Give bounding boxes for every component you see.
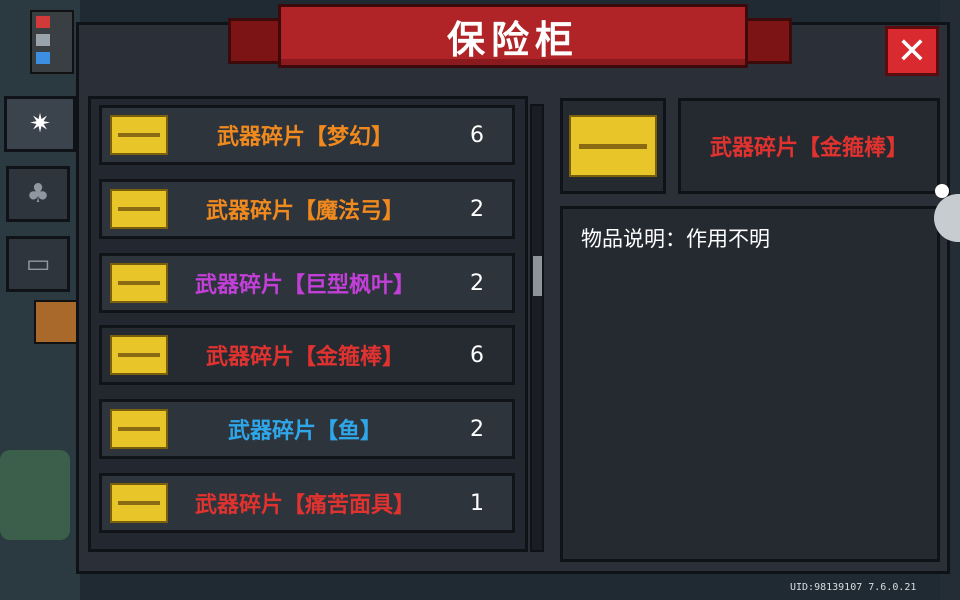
weapon-fragment-icon [569, 115, 657, 177]
plant-icon: ♣ [26, 179, 50, 209]
list-scrollbar[interactable] [530, 104, 544, 552]
weapon-fragment-icon [110, 483, 168, 523]
item-name: 武器碎片【痛苦面具】 [194, 493, 415, 518]
tab-sparkle[interactable]: ✷ [4, 96, 76, 152]
list-item[interactable]: 武器碎片【痛苦面具】 1 [99, 473, 515, 533]
scroll-thumb[interactable] [533, 256, 542, 296]
weapon-fragment-icon [110, 263, 168, 303]
uid-version-label: UID:98139107 7.6.0.21 [790, 582, 917, 593]
list-item-selected[interactable]: 武器碎片【金箍棒】 6 [99, 325, 515, 385]
list-item[interactable]: 武器碎片【巨型枫叶】 2 [99, 253, 515, 313]
energy-icon [36, 52, 50, 64]
item-name: 武器碎片【巨型枫叶】 [194, 273, 415, 298]
item-name: 武器碎片【鱼】 [227, 419, 382, 444]
item-count: 2 [470, 270, 484, 296]
list-item[interactable]: 武器碎片【魔法弓】 2 [99, 179, 515, 239]
item-count: 2 [470, 416, 484, 442]
selected-item-name: 武器碎片【金箍棒】 [709, 136, 908, 161]
page-title: 保险柜 [446, 17, 579, 62]
tab-plant[interactable]: ♣ [6, 166, 70, 222]
shield-icon [36, 34, 50, 46]
list-item[interactable]: 武器碎片【梦幻】 6 [99, 105, 515, 165]
sparkle-icon: ✷ [29, 109, 51, 139]
title-banner: 保险柜 [278, 4, 748, 68]
item-description-box: 物品说明：作用不明 [560, 206, 940, 562]
item-list[interactable]: 武器碎片【梦幻】 6 武器碎片【魔法弓】 2 武器碎片【巨型枫叶】 2 武器碎片… [88, 96, 528, 552]
item-description: 物品说明：作用不明 [581, 227, 770, 251]
ticket-icon: ▭ [25, 249, 51, 279]
weapon-fragment-icon [110, 409, 168, 449]
weapon-fragment-icon [110, 335, 168, 375]
selected-item-name-box: 武器碎片【金箍棒】 [678, 98, 940, 194]
selected-item-icon-box [560, 98, 666, 194]
close-button[interactable]: ✕ [885, 26, 939, 76]
item-name: 武器碎片【金箍棒】 [205, 345, 404, 370]
item-name: 武器碎片【梦幻】 [216, 125, 393, 150]
heart-icon [36, 16, 50, 28]
background-button [34, 300, 78, 344]
item-count: 6 [470, 122, 484, 148]
item-name: 武器碎片【魔法弓】 [205, 199, 404, 224]
item-count: 2 [470, 196, 484, 222]
weapon-fragment-icon [110, 115, 168, 155]
background-bush [0, 450, 70, 540]
background-scene [0, 0, 80, 600]
list-item[interactable]: 武器碎片【鱼】 2 [99, 399, 515, 459]
close-icon: ✕ [896, 30, 928, 72]
tab-ticket[interactable]: ▭ [6, 236, 70, 292]
indicator-dot [935, 184, 949, 198]
item-count: 6 [470, 342, 484, 368]
item-count: 1 [470, 490, 484, 516]
weapon-fragment-icon [110, 189, 168, 229]
